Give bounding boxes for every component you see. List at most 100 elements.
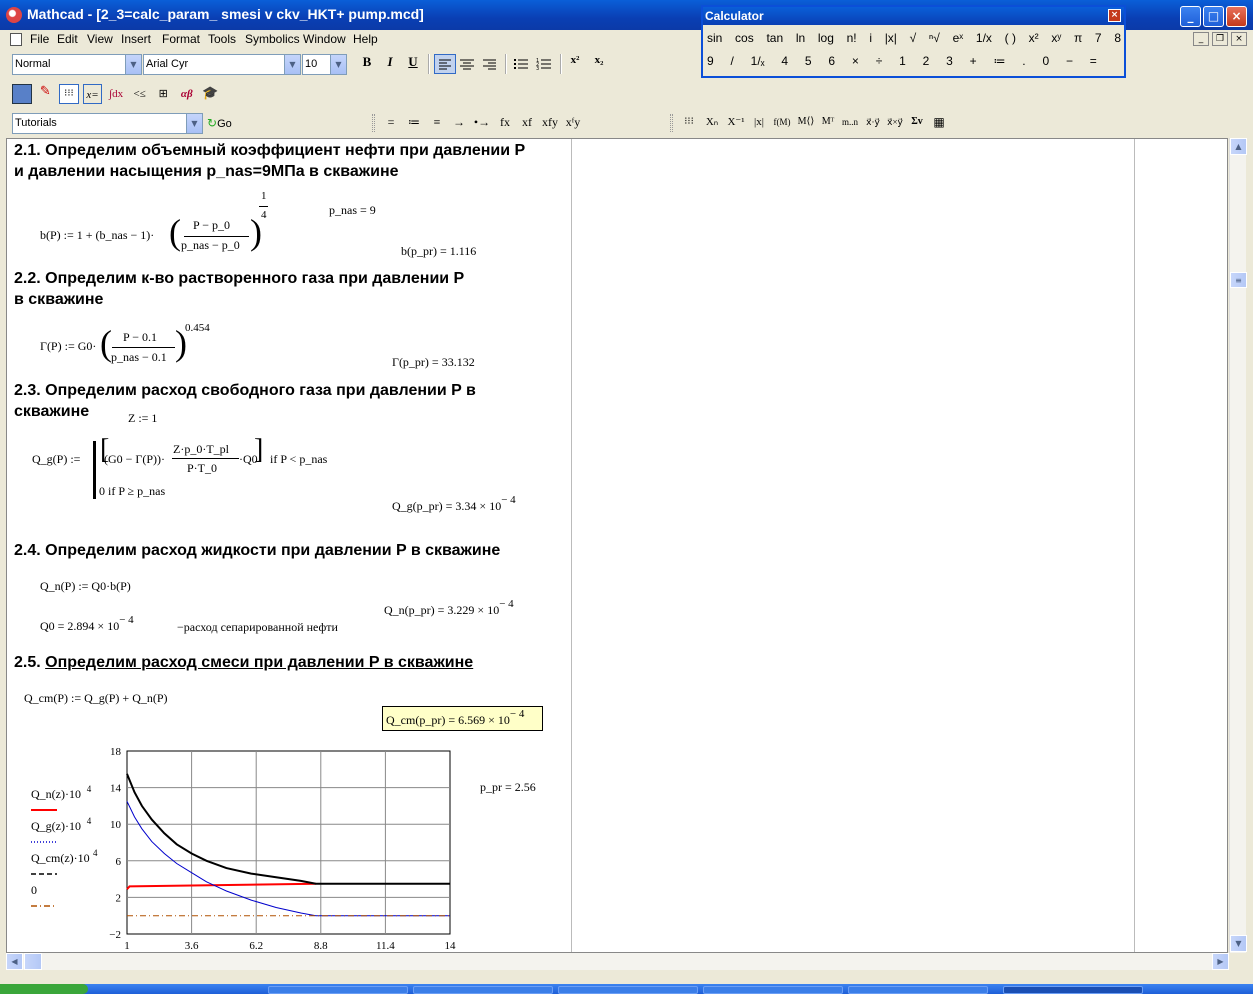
matrix-inverse-button[interactable]: X⁻¹ xyxy=(724,112,748,132)
minimize-button[interactable]: _ xyxy=(1180,6,1201,27)
doc-minimize-button[interactable]: _ xyxy=(1193,32,1209,46)
calculator-key[interactable]: = xyxy=(1090,54,1097,74)
qn-definition[interactable]: Q_n(P) := Q0·b(P) xyxy=(40,579,131,594)
eval-equal-button[interactable]: = xyxy=(380,112,402,132)
calculator-key[interactable]: 0 xyxy=(1042,54,1049,74)
align-left-button[interactable] xyxy=(434,54,456,74)
calculator-key[interactable]: 6 xyxy=(828,54,835,74)
calculator-key[interactable]: x² xyxy=(1029,31,1039,51)
horizontal-scrollbar[interactable]: ◀ ▶ xyxy=(6,953,1229,970)
matrix-column-button[interactable]: M⟨⟩ xyxy=(794,112,818,132)
calculator-key[interactable]: 7 xyxy=(1095,31,1102,51)
calculator-key[interactable]: − xyxy=(1066,54,1073,74)
doc-restore-button[interactable]: ❐ xyxy=(1212,32,1228,46)
cross-product-button[interactable]: x⃗×y⃗ xyxy=(884,112,906,132)
taskbar-item[interactable] xyxy=(848,986,988,994)
z-definition[interactable]: Z := 1 xyxy=(128,411,157,426)
graph-palette-icon[interactable]: ✎ xyxy=(36,84,56,104)
matrix-insert-button[interactable]: ⁝⁝⁝ xyxy=(678,112,700,132)
taskbar-item[interactable] xyxy=(268,986,408,994)
calculator-key[interactable]: 1/x xyxy=(976,31,992,51)
chevron-down-icon[interactable]: ▼ xyxy=(125,55,141,74)
calculator-close-button[interactable]: × xyxy=(1108,9,1121,22)
close-button[interactable]: × xyxy=(1226,6,1247,27)
calculator-key[interactable]: π xyxy=(1074,31,1082,51)
qn-result[interactable]: Q_n(p_pr) = 3.229 × 10− 4 xyxy=(384,598,514,618)
vertical-scrollbar[interactable]: ▲ ≡ ▼ xyxy=(1229,138,1247,953)
transpose-button[interactable]: Mᵀ xyxy=(818,112,838,132)
calculator-key[interactable]: 5 xyxy=(805,54,812,74)
qcm-definition[interactable]: Q_cm(P) := Q_g(P) + Q_n(P) xyxy=(24,691,168,706)
calculator-key[interactable]: tan xyxy=(766,31,783,51)
calculator-key[interactable]: |x| xyxy=(885,31,897,51)
italic-button[interactable]: I xyxy=(380,54,400,74)
resources-select[interactable]: Tutorials ▼ xyxy=(12,113,203,134)
scroll-thumb[interactable]: ≡ xyxy=(1230,272,1247,288)
calculator-key[interactable]: 1 xyxy=(899,54,906,74)
calculator-key[interactable]: 8 xyxy=(1114,31,1121,51)
calculator-key[interactable]: + xyxy=(970,54,977,74)
p-nas-value[interactable]: p_nas = 9 xyxy=(329,203,376,218)
calculator-key[interactable]: 1/ₓ xyxy=(751,54,765,74)
calculator-key[interactable]: xʸ xyxy=(1051,31,1061,51)
picture-button[interactable]: ▦ xyxy=(928,112,950,132)
superscript-button[interactable]: x² xyxy=(565,54,585,74)
greek-palette-icon[interactable]: αβ xyxy=(177,84,197,104)
calculator-key[interactable]: i xyxy=(869,31,872,51)
boolean-palette-icon[interactable]: <≤ xyxy=(130,84,150,104)
scroll-down-button[interactable]: ▼ xyxy=(1230,935,1247,952)
align-center-button[interactable] xyxy=(457,55,477,73)
range-variable-button[interactable]: m..n xyxy=(838,112,862,132)
vector-sum-button[interactable]: Σv xyxy=(906,112,928,132)
calculator-key[interactable]: log xyxy=(818,31,834,51)
matrix-subscript-button[interactable]: Xₙ xyxy=(700,112,724,132)
gamma-definition[interactable]: Γ(P) := G0· xyxy=(40,339,96,354)
qcm-result-highlighted[interactable]: Q_cm(p_pr) = 6.569 × 10− 4 xyxy=(382,706,543,731)
infix-button[interactable]: xfy xyxy=(538,112,562,132)
calculator-key[interactable]: ln xyxy=(796,31,805,51)
align-right-button[interactable] xyxy=(480,55,500,73)
calculator-key[interactable]: 2 xyxy=(923,54,930,74)
menu-format[interactable]: Format xyxy=(162,32,200,46)
subscript-button[interactable]: x₂ xyxy=(589,54,609,74)
calculator-key[interactable]: ÷ xyxy=(876,54,883,74)
numbering-button[interactable]: 123 xyxy=(534,55,554,73)
gamma-result[interactable]: Γ(p_pr) = 33.132 xyxy=(392,355,475,370)
calculator-key[interactable]: ≔ xyxy=(993,54,1005,74)
prefix-button[interactable]: fx xyxy=(494,112,516,132)
taskbar-item[interactable] xyxy=(558,986,698,994)
calculator-key[interactable]: / xyxy=(731,54,734,74)
taskbar-item[interactable] xyxy=(703,986,843,994)
chevron-down-icon[interactable]: ▼ xyxy=(186,114,202,133)
menu-edit[interactable]: Edit xyxy=(57,32,78,46)
calculator-key[interactable]: ( ) xyxy=(1005,31,1016,51)
treefix-button[interactable]: xᶠy xyxy=(562,112,584,132)
menu-insert[interactable]: Insert xyxy=(121,32,151,46)
calculator-key[interactable]: ⁿ√ xyxy=(929,31,940,51)
start-button[interactable] xyxy=(0,984,88,994)
mathcad-app-icon[interactable] xyxy=(6,7,22,23)
taskbar-item-active[interactable] xyxy=(1003,986,1143,994)
document-icon[interactable] xyxy=(10,33,22,46)
calculator-key[interactable]: × xyxy=(852,54,859,74)
menu-help[interactable]: Help xyxy=(353,32,378,46)
calculator-key[interactable]: eˣ xyxy=(953,31,964,51)
calculator-key[interactable]: 3 xyxy=(946,54,953,74)
eval-keyword-button[interactable]: •→ xyxy=(470,112,494,132)
determinant-button[interactable]: |x| xyxy=(748,112,770,132)
calculator-key[interactable]: sin xyxy=(707,31,722,51)
b-result[interactable]: b(p_pr) = 1.116 xyxy=(401,244,476,259)
h-scroll-thumb[interactable] xyxy=(24,953,42,970)
vectorize-button[interactable]: f(M) xyxy=(770,112,794,132)
postfix-button[interactable]: xf xyxy=(516,112,538,132)
chevron-down-icon[interactable]: ▼ xyxy=(284,55,300,74)
font-size-select[interactable]: 10 ▼ xyxy=(302,54,347,75)
matrix-palette-icon[interactable]: ⁝⁝⁝ xyxy=(59,84,79,104)
toolbar-grip[interactable] xyxy=(372,114,375,132)
eval-define-button[interactable]: ≔ xyxy=(402,112,426,132)
chevron-down-icon[interactable]: ▼ xyxy=(330,55,346,74)
underline-button[interactable]: U xyxy=(403,54,423,74)
scroll-up-button[interactable]: ▲ xyxy=(1230,138,1247,155)
menu-view[interactable]: View xyxy=(87,32,113,46)
menu-symbolics[interactable]: Symbolics xyxy=(245,32,300,46)
